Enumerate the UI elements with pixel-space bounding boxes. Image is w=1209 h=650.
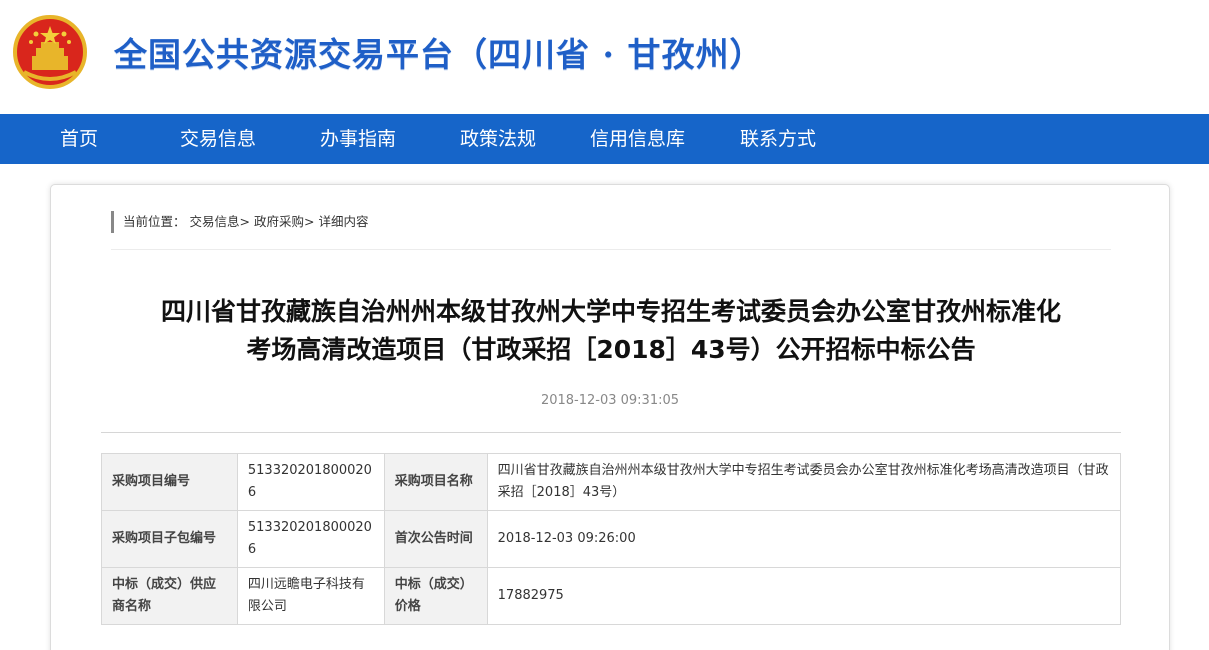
nav-item-guide[interactable]: 办事指南 <box>320 114 396 164</box>
table-label: 采购项目名称 <box>383 453 488 511</box>
breadcrumb-item-gov-procurement[interactable]: 政府采购> <box>254 214 314 229</box>
table-row: 采购项目编号 5133202018000206 采购项目名称 四川省甘孜藏族自治… <box>101 453 1122 511</box>
table-value: 四川远瞻电子科技有限公司 <box>236 567 385 625</box>
table-label: 采购项目子包编号 <box>101 510 238 568</box>
article-title-line1: 四川省甘孜藏族自治州州本级甘孜州大学中专招生考试委员会办公室甘孜州标准化 <box>160 297 1061 326</box>
site-header: 全国公共资源交易平台（四川省 · 甘孜州） <box>0 0 1209 114</box>
main-nav: 首页 交易信息 办事指南 政策法规 信用信息库 联系方式 <box>0 114 1209 164</box>
nav-item-policy[interactable]: 政策法规 <box>460 114 536 164</box>
table-row: 采购项目子包编号 5133202018000206 首次公告时间 2018-12… <box>101 510 1122 568</box>
table-row: 中标（成交）供应商名称 四川远瞻电子科技有限公司 中标（成交）价格 178829… <box>101 567 1122 625</box>
national-emblem-icon[interactable] <box>12 14 88 90</box>
breadcrumb: 当前位置： 交易信息> 政府采购> 详细内容 <box>111 211 368 233</box>
breadcrumb-prefix: 当前位置： <box>123 214 186 229</box>
table-label: 中标（成交）价格 <box>383 567 488 625</box>
nav-item-contact[interactable]: 联系方式 <box>740 114 816 164</box>
table-label: 中标（成交）供应商名称 <box>101 567 238 625</box>
breadcrumb-divider <box>111 249 1111 250</box>
table-value: 17882975 <box>486 567 1122 625</box>
table-value: 5133202018000206 <box>236 453 385 511</box>
table-value: 5133202018000206 <box>236 510 385 568</box>
info-table: 采购项目编号 5133202018000206 采购项目名称 四川省甘孜藏族自治… <box>101 453 1122 625</box>
nav-item-credit[interactable]: 信用信息库 <box>590 114 685 164</box>
title-divider <box>101 432 1121 433</box>
table-label: 首次公告时间 <box>383 510 488 568</box>
table-label: 采购项目编号 <box>101 453 238 511</box>
table-value: 2018-12-03 09:26:00 <box>486 510 1122 568</box>
nav-item-home[interactable]: 首页 <box>60 114 98 164</box>
table-value: 四川省甘孜藏族自治州州本级甘孜州大学中专招生考试委员会办公室甘孜州标准化考场高清… <box>486 453 1122 511</box>
breadcrumb-item-detail: 详细内容 <box>318 214 369 229</box>
article-title: 四川省甘孜藏族自治州州本级甘孜州大学中专招生考试委员会办公室甘孜州标准化 考场高… <box>71 293 1151 369</box>
breadcrumb-item-trade-info[interactable]: 交易信息> <box>190 214 250 229</box>
site-title[interactable]: 全国公共资源交易平台（四川省 · 甘孜州） <box>114 28 763 76</box>
content-card: 当前位置： 交易信息> 政府采购> 详细内容 四川省甘孜藏族自治州州本级甘孜州大… <box>50 184 1170 650</box>
article-date: 2018-12-03 09:31:05 <box>540 393 680 408</box>
article-title-line2: 考场高清改造项目（甘政采招［2018］43号）公开招标中标公告 <box>246 335 976 364</box>
nav-item-trade-info[interactable]: 交易信息 <box>180 114 256 164</box>
